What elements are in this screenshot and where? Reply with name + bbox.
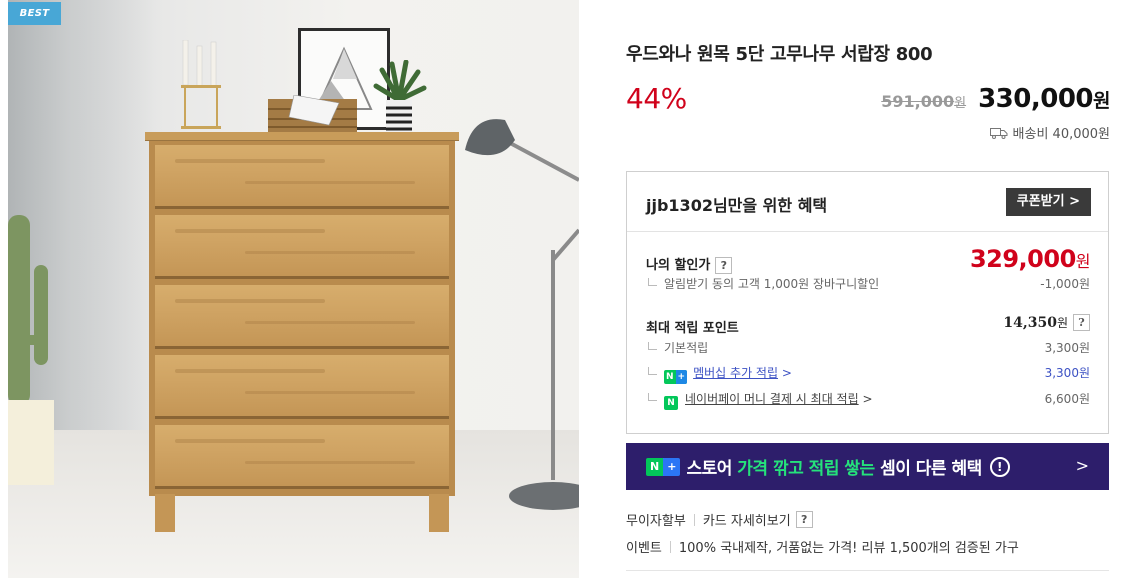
tree-elbow xyxy=(648,278,657,286)
divider xyxy=(626,570,1109,571)
discount-rate: 44% xyxy=(626,82,687,115)
divider xyxy=(669,540,671,553)
shipping-text: 배송비 40,000원 xyxy=(1012,127,1110,142)
help-icon[interactable]: ? xyxy=(715,257,733,274)
dresser-drawer xyxy=(155,355,449,419)
tree-elbow xyxy=(648,393,657,401)
divider xyxy=(693,513,695,526)
dresser-top xyxy=(145,132,459,141)
points-row-basic-value: 3,300원 xyxy=(1044,341,1090,355)
product-image[interactable] xyxy=(8,0,579,578)
chevron-right-icon: > xyxy=(1075,456,1089,475)
basket-icon xyxy=(268,95,357,135)
store-benefit-banner[interactable]: N + 스토어 가격 깎고 적립 쌓는 셈이 다른 혜택 ! > xyxy=(626,443,1109,490)
original-price: 591,000원 xyxy=(881,92,967,111)
installment-label: 무이자할부 xyxy=(626,514,686,529)
help-icon[interactable]: ? xyxy=(1073,314,1090,331)
max-points-value: 14,350 원? xyxy=(1003,314,1090,331)
dresser-leg xyxy=(429,494,449,532)
dresser-illustration xyxy=(145,132,459,532)
floor-lamp-icon xyxy=(465,119,579,510)
naver-plus-badge: N + xyxy=(664,370,688,384)
points-row-basic: 기본적립 xyxy=(648,339,708,356)
chevron-right-icon: > xyxy=(781,366,792,380)
final-price: 330,000원 xyxy=(978,84,1110,114)
dresser-drawer xyxy=(155,145,449,209)
shipping-fee: 배송비 40,000원 xyxy=(989,123,1110,142)
naver-pay-badge: N xyxy=(664,396,678,410)
benefit-header: jjb1302님만을 위한 혜택 쿠폰받기 > xyxy=(627,172,1108,232)
dresser-drawer xyxy=(155,215,449,279)
benefit-box: jjb1302님만을 위한 혜택 쿠폰받기 > 나의 할인가? 329,000원… xyxy=(626,171,1109,434)
product-title: 우드와나 원목 5단 고무나무 서랍장 800 xyxy=(626,44,933,65)
best-badge: BEST xyxy=(8,2,61,25)
membership-points-link[interactable]: 멤버십 추가 적립 xyxy=(693,366,778,380)
potted-plant-icon xyxy=(373,60,427,134)
tree-elbow xyxy=(648,367,657,375)
banner-text: 스토어 가격 깎고 적립 쌓는 셈이 다른 혜택 xyxy=(686,459,982,479)
event-label: 이벤트 xyxy=(626,541,662,556)
cactus-icon xyxy=(8,215,54,485)
dresser-drawer xyxy=(155,285,449,349)
candle-holder-icon xyxy=(181,40,221,129)
npay-points-link[interactable]: 네이버페이 머니 결제 시 최대 적립 xyxy=(685,392,859,406)
price-line: 591,000원 330,000원 xyxy=(881,84,1110,114)
points-row-npay-value: 6,600원 xyxy=(1044,392,1090,406)
event-line: 이벤트 100% 국내제작, 거품없는 가격! 리뷰 1,500개의 검증된 가… xyxy=(626,537,1019,556)
product-info-panel: 우드와나 원목 5단 고무나무 서랍장 800 44% 591,000원 330… xyxy=(626,0,1110,578)
points-row-npay: N 네이버페이 머니 결제 시 최대 적립 > xyxy=(648,390,873,410)
installment-line: 무이자할부 카드 자세히보기 ? xyxy=(626,510,813,529)
tree-elbow xyxy=(648,342,657,350)
points-row-membership-value: 3,300원 xyxy=(1044,366,1090,380)
dresser-drawer xyxy=(155,425,449,489)
help-icon[interactable]: ? xyxy=(795,511,813,528)
points-row-membership: N + 멤버십 추가 적립 > xyxy=(648,364,792,384)
max-points-label: 최대 적립 포인트 xyxy=(646,321,739,336)
my-discount-price: 329,000원 xyxy=(969,245,1091,273)
my-price-label: 나의 할인가? xyxy=(646,254,733,274)
chevron-right-icon: > xyxy=(862,392,873,406)
truck-icon xyxy=(989,127,1008,139)
get-coupon-button[interactable]: 쿠폰받기 > xyxy=(1005,188,1091,216)
event-text[interactable]: 100% 국내제작, 거품없는 가격! 리뷰 1,500개의 검증된 가구 xyxy=(679,537,1019,556)
naver-plus-badge: N + xyxy=(646,457,681,476)
info-icon[interactable]: ! xyxy=(989,456,1010,477)
card-detail-link[interactable]: 카드 자세히보기 xyxy=(703,510,791,529)
dresser-leg xyxy=(155,494,175,532)
my-price-detail-value: -1,000원 xyxy=(1040,277,1090,291)
benefit-title: jjb1302님만을 위한 혜택 xyxy=(646,196,828,215)
dresser-body xyxy=(149,141,455,496)
my-price-detail: 알림받기 동의 고객 1,000원 장바구니할인 xyxy=(648,275,879,292)
